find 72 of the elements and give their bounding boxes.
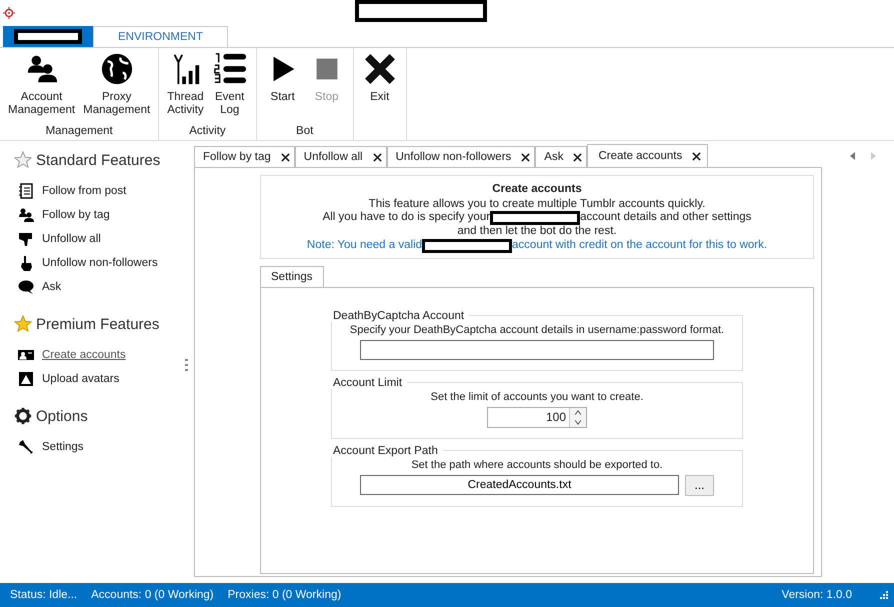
- close-icon[interactable]: [280, 152, 290, 162]
- section-title: Options: [36, 408, 88, 424]
- status-text: Status: Idle...: [10, 589, 78, 601]
- close-icon[interactable]: [573, 152, 582, 162]
- hand-icon: [18, 255, 34, 271]
- sidebar-link[interactable]: Ask: [42, 281, 62, 293]
- group-description: Set the limit of accounts you want to create.: [430, 390, 644, 402]
- info-text: and then let the bot do the rest.: [456, 225, 618, 238]
- crosshair-icon: [3, 7, 15, 19]
- status-text: Accounts: 0 (0 Working): [91, 589, 214, 601]
- ribbon-button[interactable]: Event Log: [208, 48, 252, 124]
- sidebar-link[interactable]: Settings: [42, 441, 84, 453]
- document-tab[interactable]: Follow by tag: [194, 146, 295, 167]
- card-icon: [18, 347, 34, 363]
- section-title: Premium Features: [36, 316, 160, 332]
- document-tab[interactable]: Create accounts: [587, 144, 708, 168]
- gear-icon: [14, 407, 32, 425]
- scroll-left-icon[interactable]: [850, 152, 856, 160]
- group-description: Set the path where accounts should be exported to.: [411, 458, 663, 470]
- input-field[interactable]: [360, 340, 714, 360]
- info-title: Create accounts: [491, 183, 583, 196]
- info-text: All you have to do is specify your: [322, 211, 490, 225]
- group-label: Activity: [188, 124, 227, 139]
- ribbon-button[interactable]: Proxy Management: [79, 48, 154, 124]
- people-icon: [18, 207, 34, 223]
- close-icon: [362, 52, 397, 86]
- globe-icon: [100, 52, 134, 86]
- group-description: Specify your DeathByCaptcha account details in username:password format.: [350, 324, 724, 336]
- document-tab[interactable]: Ask: [535, 146, 588, 167]
- document-tab[interactable]: Unfollow non-followers: [386, 146, 536, 167]
- sidebar-link[interactable]: Unfollow all: [42, 233, 101, 245]
- splitter-grip[interactable]: [185, 359, 188, 373]
- note-text: account with credit on the account for this to work.: [512, 238, 768, 252]
- group-title: Account Limit: [332, 376, 404, 388]
- group-title: DeathByCaptcha Account: [332, 310, 466, 322]
- resize-grip-icon[interactable]: [880, 591, 888, 599]
- group-label: Bot: [295, 124, 314, 139]
- close-icon[interactable]: [372, 152, 382, 162]
- star-icon: [14, 315, 32, 333]
- ribbon-button[interactable]: Start: [260, 48, 305, 124]
- notebook-icon: [18, 183, 34, 199]
- info-text: This feature allows you to create multiple Tumblr accounts quickly.: [368, 198, 706, 211]
- status-text: Proxies: 0 (0 Working): [228, 589, 342, 601]
- numbered-list-icon: [212, 52, 247, 86]
- thumb-icon: [18, 231, 34, 247]
- sidebar-link[interactable]: Unfollow non-followers: [42, 257, 158, 269]
- exit-button[interactable]: Exit: [358, 48, 402, 124]
- sidebar-link[interactable]: Upload avatars: [42, 373, 120, 385]
- number-spinner[interactable]: 100: [487, 406, 587, 428]
- status-text: Version: 1.0.0: [782, 589, 852, 601]
- browse-button[interactable]: ...: [685, 474, 714, 496]
- bubble-icon: [18, 279, 34, 295]
- wrench-icon: [18, 439, 34, 455]
- sidebar-link[interactable]: Follow from post: [42, 185, 126, 197]
- ribbon-tab[interactable]: ENVIRONMENT: [93, 26, 228, 47]
- section-title: Standard Features: [36, 152, 160, 168]
- input-field[interactable]: CreatedAccounts.txt: [360, 474, 679, 494]
- document-tab[interactable]: Unfollow all: [294, 146, 387, 167]
- file-tab[interactable]: [3, 26, 93, 47]
- spin-arrows-icon[interactable]: [569, 408, 586, 426]
- star-outline-icon: [14, 151, 32, 169]
- group-title: Account Export Path: [332, 444, 439, 456]
- note-text: Note: You need a valid: [306, 238, 422, 252]
- close-icon[interactable]: [692, 152, 702, 160]
- sidebar-link[interactable]: Follow by tag: [42, 209, 110, 221]
- ribbon-button[interactable]: Thread Activity: [163, 48, 208, 124]
- group-label: Management: [44, 124, 114, 139]
- info-text: account details and other settings: [580, 211, 752, 225]
- ribbon-button[interactable]: Account Management: [4, 48, 80, 124]
- settings-tab[interactable]: Settings: [260, 266, 324, 288]
- close-icon[interactable]: [521, 152, 530, 162]
- sidebar-link[interactable]: Create accounts: [42, 349, 126, 361]
